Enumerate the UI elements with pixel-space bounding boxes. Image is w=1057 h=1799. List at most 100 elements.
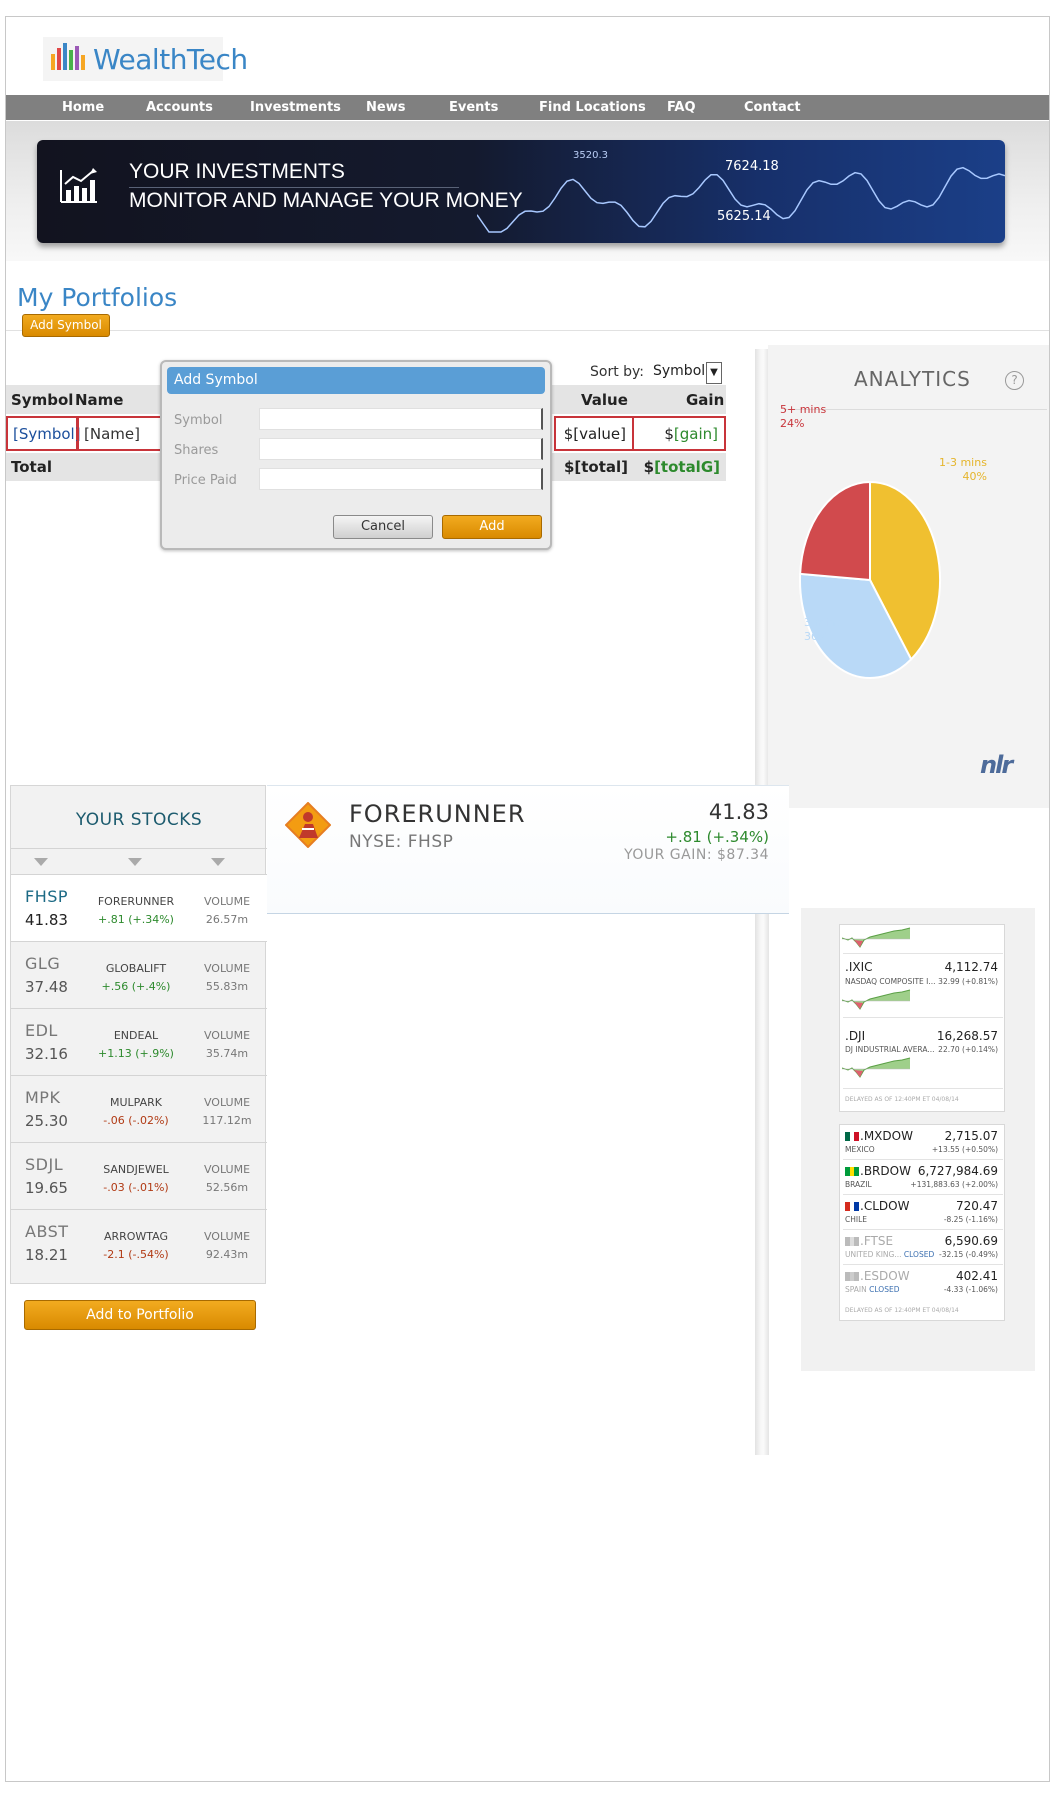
analytics-panel: ANALYTICS ? 1-3 mins 40% 3 mins 36% 5+ mins 2… [768, 345, 1049, 808]
stock-row-glg[interactable]: GLG 37.48 GLOBALIFT +.56 (+.4%) VOLUME 55.83m [11, 941, 267, 1008]
stock-volume: 26.57m [205, 913, 249, 926]
market-indices-widget: .IXIC 4,112.74 NASDAQ COMPOSITE I... 32.… [801, 908, 1035, 1371]
col-header-gain[interactable]: Gain [686, 385, 724, 414]
pie-slice-2[interactable] [799, 480, 871, 582]
stocks-title: YOUR STOCKS [75, 810, 203, 830]
symbol-input[interactable] [259, 408, 543, 430]
col-header-symbol[interactable]: Symbol [11, 385, 73, 414]
cancel-button[interactable]: Cancel [333, 515, 433, 539]
hero-banner: YOUR INVESTMENTS MONITOR AND MANAGE YOUR… [37, 140, 1005, 243]
col-header-value[interactable]: Value [581, 385, 628, 414]
index-symbol[interactable]: .DJI [845, 1029, 865, 1043]
stock-row-edl[interactable]: EDL 32.16 ENDEAL +1.13 (+.9%) VOLUME 35.74m [11, 1008, 267, 1075]
nlr-logo: nlr [980, 751, 1013, 779]
stock-price: 32.16 [25, 1045, 68, 1063]
detail-change: +.81 (+.34%) [665, 828, 769, 846]
row-gain-cell[interactable]: $ [gain] [632, 416, 726, 451]
banner-zone: YOUR INVESTMENTS MONITOR AND MANAGE YOUR… [6, 121, 1049, 261]
add-to-portfolio-button[interactable]: Add to Portfolio [24, 1300, 256, 1330]
help-icon[interactable]: ? [1005, 371, 1024, 390]
row-gain-prefix: $ [664, 424, 674, 443]
stock-change: -.06 (-.02%) [103, 1114, 169, 1127]
brand-logo[interactable]: WealthTech [43, 37, 248, 81]
nav-item-faq[interactable]: FAQ [667, 95, 696, 120]
banner-headline: YOUR INVESTMENTS [129, 160, 345, 183]
index-symbol[interactable]: .FTSE [860, 1234, 893, 1248]
nav-item-contact[interactable]: Contact [744, 95, 801, 120]
stock-change: +.81 (+.34%) [98, 913, 174, 926]
pie-label-0: 1-3 mins 40% [939, 456, 987, 483]
country-flag-icon [845, 1202, 859, 1211]
card-rule [843, 1264, 1003, 1265]
banner-divider [129, 187, 459, 188]
stock-row-sdjl[interactable]: SDJL 19.65 SANDJEWEL -.03 (-.01%) VOLUME 52.5… [11, 1142, 267, 1209]
stock-symbol: EDL [25, 1021, 58, 1040]
card-rule [843, 1229, 1003, 1230]
add-symbol-dialog: Add Symbol Symbol Shares Price Paid Canc… [160, 360, 552, 550]
nav-item-investments[interactable]: Investments [250, 95, 341, 120]
detail-gain: YOUR GAIN: $87.34 [624, 847, 769, 863]
stock-price: 19.65 [25, 1179, 68, 1197]
page-frame: WealthTech Home Accounts Investments New… [5, 16, 1050, 1782]
shares-label: Shares [174, 443, 219, 458]
country-flag-icon [845, 1237, 859, 1246]
row-value[interactable]: $[value] [554, 416, 634, 451]
index-symbol[interactable]: .IXIC [845, 960, 873, 974]
pie-label-2: 5+ mins 24% [780, 403, 827, 430]
shares-input[interactable] [259, 438, 543, 460]
banner-stock-graphic: 3520.3 7624.18 5625.14 [477, 150, 1005, 233]
analytics-title: ANALYTICS [854, 367, 971, 391]
banner-chart-number: 7624.18 [725, 159, 779, 174]
chevron-down-icon[interactable]: ▼ [706, 362, 722, 384]
sort-name-icon[interactable] [128, 858, 142, 866]
nav-item-accounts[interactable]: Accounts [146, 95, 213, 120]
add-symbol-button[interactable]: Add Symbol [22, 314, 110, 337]
stock-row-mpk[interactable]: MPK 25.30 MULPARK -.06 (-.02%) VOLUME 117.12m [11, 1075, 267, 1142]
sort-symbol-icon[interactable] [34, 858, 48, 866]
index-symbol[interactable]: .MXDOW [860, 1129, 913, 1143]
index-country: UNITED KING... CLOSED [845, 1250, 935, 1259]
country-flag-icon [845, 1167, 859, 1176]
row-name[interactable]: [Name] [77, 416, 167, 451]
stock-volume: 55.83m [205, 980, 249, 993]
nav-item-news[interactable]: News [366, 95, 405, 120]
total-gain: [totalG] [654, 458, 720, 476]
index-symbol[interactable]: .CLDOW [860, 1199, 909, 1213]
price-paid-input[interactable] [259, 468, 543, 490]
index-value: 402.41 [956, 1269, 998, 1283]
us-indices-card: .IXIC 4,112.74 NASDAQ COMPOSITE I... 32.… [839, 924, 1005, 1112]
stock-price: 25.30 [25, 1112, 68, 1130]
index-symbol[interactable]: .BRDOW [860, 1164, 911, 1178]
logo-bars-icon [51, 43, 85, 70]
sort-select-value: Symbol [653, 363, 706, 379]
price-paid-label: Price Paid [174, 473, 237, 488]
detail-company-name: FORERUNNER [349, 800, 526, 828]
col-header-name[interactable]: Name [75, 385, 123, 414]
nav-item-find-locations[interactable]: Find Locations [539, 95, 646, 120]
card-rule [843, 1088, 1003, 1089]
sort-select[interactable]: Symbol ▼ [650, 362, 722, 384]
nav-item-home[interactable]: Home [62, 95, 104, 120]
stock-volume: 35.74m [205, 1047, 249, 1060]
add-button[interactable]: Add [442, 515, 542, 539]
total-label: Total [11, 458, 52, 476]
stock-price: 18.21 [25, 1246, 68, 1264]
stock-row-fhsp[interactable]: FHSP 41.83 FORERUNNER +.81 (+.34%) VOLUME 26.… [11, 874, 267, 941]
stock-change: +.56 (+.4%) [101, 980, 171, 993]
index-symbol[interactable]: .ESDOW [860, 1269, 910, 1283]
stock-name: SANDJEWEL [103, 1163, 169, 1176]
stock-row-abst[interactable]: ABST 18.21 ARROWTAG -2.1 (-.54%) VOLUME 92.43… [11, 1209, 267, 1276]
page-title: My Portfolios [17, 283, 178, 312]
index-value: 6,727,984.69 [917, 1164, 998, 1178]
index-change: +13.55 (+0.50%) [931, 1145, 998, 1154]
analytics-pie-chart [799, 480, 941, 679]
sort-volume-icon[interactable] [211, 858, 225, 866]
total-gain-prefix: $ [643, 458, 655, 476]
row-symbol[interactable]: [Symbol] [6, 416, 81, 451]
detail-price: 41.83 [708, 800, 769, 824]
country-flag-icon [845, 1132, 859, 1141]
nav-item-events[interactable]: Events [449, 95, 498, 120]
index-change: 32.99 (+0.81%) [938, 977, 998, 986]
main-nav: Home Accounts Investments News Events Fi… [6, 95, 1049, 120]
card-rule [843, 1159, 1003, 1160]
